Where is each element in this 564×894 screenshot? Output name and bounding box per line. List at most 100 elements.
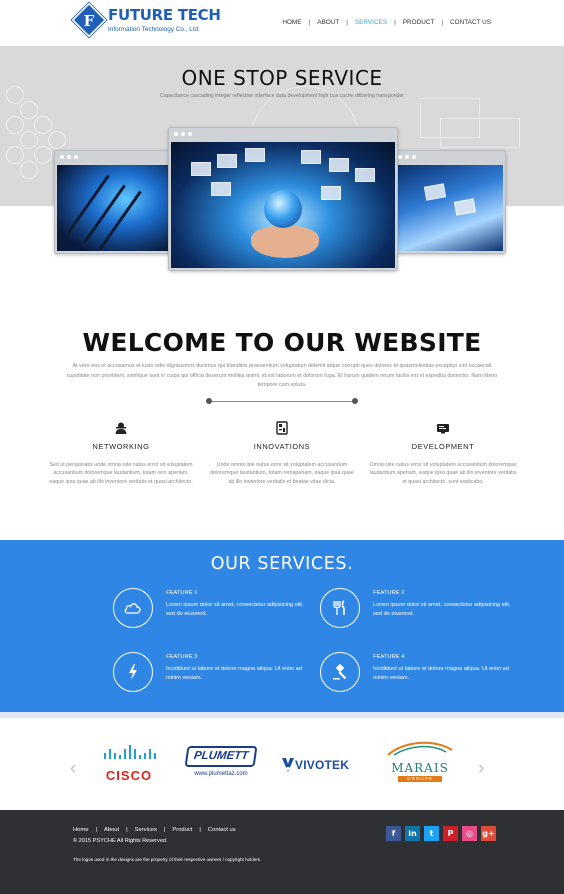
twitter-icon[interactable]: t xyxy=(424,826,439,841)
marais-swoosh-icon xyxy=(387,741,453,756)
hex-decoration xyxy=(6,116,24,134)
browser-frame-left xyxy=(54,150,174,254)
feature-column-innovations: INNOVATIONS Unde omnis iste natus error … xyxy=(207,420,357,486)
hex-decoration xyxy=(6,146,24,164)
feature-3[interactable]: FEATURE 3 Incididunt ut labore et dolore… xyxy=(113,652,313,696)
vivotek-v-icon xyxy=(282,758,294,772)
window-dots-icon xyxy=(174,132,192,136)
feature-4[interactable]: FEATURE 4 Incididunt ut labore et dolore… xyxy=(320,652,520,696)
divider-dot xyxy=(352,398,358,404)
partner-name: MARAIS xyxy=(391,761,449,775)
logo-subtitle: Information Technology Co., Ltd. xyxy=(108,26,200,33)
media-thumb xyxy=(355,168,375,182)
footer-separator: | xyxy=(126,827,128,833)
media-thumb xyxy=(301,150,321,164)
hex-decoration xyxy=(20,101,38,119)
footer-link-home[interactable]: Home xyxy=(73,827,88,833)
circuit-decoration xyxy=(440,118,520,148)
partner-logo-plumett[interactable]: PLUMETT www.plumettaz.com xyxy=(184,746,258,782)
cable-shape xyxy=(67,174,110,234)
hero-title: ONE STOP SERVICE xyxy=(181,66,383,90)
nav-services[interactable]: SERVICES xyxy=(348,19,394,26)
footer-link-product[interactable]: Product xyxy=(172,827,192,833)
feature-text: Incididunt ut labore et dolore magna ali… xyxy=(166,666,302,681)
main-nav: HOME | ABOUT | SERVICES | PRODUCT | CONT… xyxy=(275,19,498,26)
footer-separator: | xyxy=(199,827,201,833)
footer-separator: | xyxy=(95,827,97,833)
media-thumb xyxy=(321,186,341,200)
window-dots-icon xyxy=(398,155,416,159)
feature-column-development: DEVELOPMENT Omnis iste natus error sit v… xyxy=(368,420,518,486)
hex-decoration xyxy=(20,161,38,179)
facebook-icon[interactable]: f xyxy=(386,826,401,841)
feature-title: FEATURE 4 xyxy=(373,654,405,660)
hero-subtitle: Capacitance cascading integer reflective… xyxy=(160,93,404,99)
lightning-icon xyxy=(113,652,153,692)
feature-text: Incididunt ut labore et dolore magna ali… xyxy=(373,666,509,681)
feature-2[interactable]: FEATURE 2 Lorem ipsum dolor sit amet, co… xyxy=(320,588,520,632)
partner-name: VIVOTEK xyxy=(295,758,350,772)
media-thumb xyxy=(423,183,447,201)
footer-copyright: © 2015 PSYCHE All Rights Reserved. xyxy=(73,838,168,844)
hex-decoration xyxy=(34,116,52,134)
gavel-icon xyxy=(320,652,360,692)
media-thumb xyxy=(191,162,211,176)
digital-media-image xyxy=(395,165,503,251)
feature-title: FEATURE 1 xyxy=(166,590,198,596)
networking-icon xyxy=(113,420,129,436)
browser-frame-right xyxy=(392,150,506,254)
partner-logo-cisco[interactable]: CISCO xyxy=(98,745,160,783)
feature-text: Lorem ipsum dolor sit amet, consectetur … xyxy=(166,602,304,617)
linkedin-icon[interactable]: in xyxy=(405,826,420,841)
globe-icon xyxy=(264,190,302,228)
feature-title: DEVELOPMENT xyxy=(411,442,475,451)
site-footer xyxy=(0,810,564,894)
footer-separator: | xyxy=(163,827,166,833)
media-thumb xyxy=(217,154,237,168)
feature-text: Sed ut perspiciatis unde omnis iste natu… xyxy=(49,462,193,485)
feature-title: FEATURE 2 xyxy=(373,590,405,596)
footer-link-contact[interactable]: Contact us xyxy=(208,827,236,833)
hex-decoration xyxy=(34,146,52,164)
hex-decoration xyxy=(48,131,66,149)
cloud-icon xyxy=(113,588,153,628)
browser-frame-center xyxy=(168,127,398,271)
nav-about[interactable]: ABOUT xyxy=(310,19,346,26)
partner-sub: GROUPE xyxy=(398,776,442,782)
dribbble-icon[interactable]: ◎ xyxy=(462,826,477,841)
divider-dot xyxy=(206,398,212,404)
welcome-title: WELCOME TO OUR WEBSITE xyxy=(82,328,482,357)
social-links: f in t P ◎ g+ xyxy=(386,826,496,841)
feature-title: INNOVATIONS xyxy=(253,442,311,451)
footer-note: The logos used in the designs are the pr… xyxy=(73,857,262,862)
nav-contact[interactable]: CONTACT US xyxy=(443,19,498,26)
feature-text: Omnis iste natus error sit voluptatem ac… xyxy=(369,462,517,485)
carousel-prev-button[interactable]: ‹ xyxy=(70,758,76,780)
feature-text: Unde omnis iste natus error sit voluptat… xyxy=(210,462,354,485)
network-cables-image xyxy=(57,165,171,251)
partner-logo-vivotek[interactable]: VIVOTEK xyxy=(282,752,356,778)
nav-home[interactable]: HOME xyxy=(275,19,308,26)
feature-column-networking: NETWORKING Sed ut perspiciatis unde omni… xyxy=(46,420,196,486)
nav-product[interactable]: PRODUCT xyxy=(396,19,442,26)
logo-name: FUTURE TECH xyxy=(108,6,221,24)
partner-logo-marais[interactable]: MARAIS GROUPE xyxy=(382,740,458,784)
googleplus-icon[interactable]: g+ xyxy=(481,826,496,841)
services-title: OUR SERVICES. xyxy=(210,554,354,574)
footer-nav: Home | About | Services | Product | Contact … xyxy=(73,827,236,833)
hex-decoration xyxy=(20,131,38,149)
site-header: F FUTURE TECH Information Technology Co.… xyxy=(0,0,564,46)
feature-text: Lorem ipsum dolor sit amet, consectetur … xyxy=(373,602,511,617)
feature-1[interactable]: FEATURE 1 Lorem ipsum dolor sit amet, co… xyxy=(113,588,313,632)
site-logo[interactable]: F FUTURE TECH Information Technology Co.… xyxy=(70,2,221,40)
media-thumb xyxy=(453,198,477,216)
footer-link-services[interactable]: Services xyxy=(135,827,157,833)
partner-url: www.plumettaz.com xyxy=(194,771,248,777)
section-divider xyxy=(209,401,355,402)
media-thumb xyxy=(329,158,349,172)
carousel-next-button[interactable]: › xyxy=(478,758,484,780)
cable-shape xyxy=(99,190,142,250)
footer-link-about[interactable]: About xyxy=(104,827,119,833)
pinterest-icon[interactable]: P xyxy=(443,826,458,841)
partner-name: CISCO xyxy=(105,768,153,783)
